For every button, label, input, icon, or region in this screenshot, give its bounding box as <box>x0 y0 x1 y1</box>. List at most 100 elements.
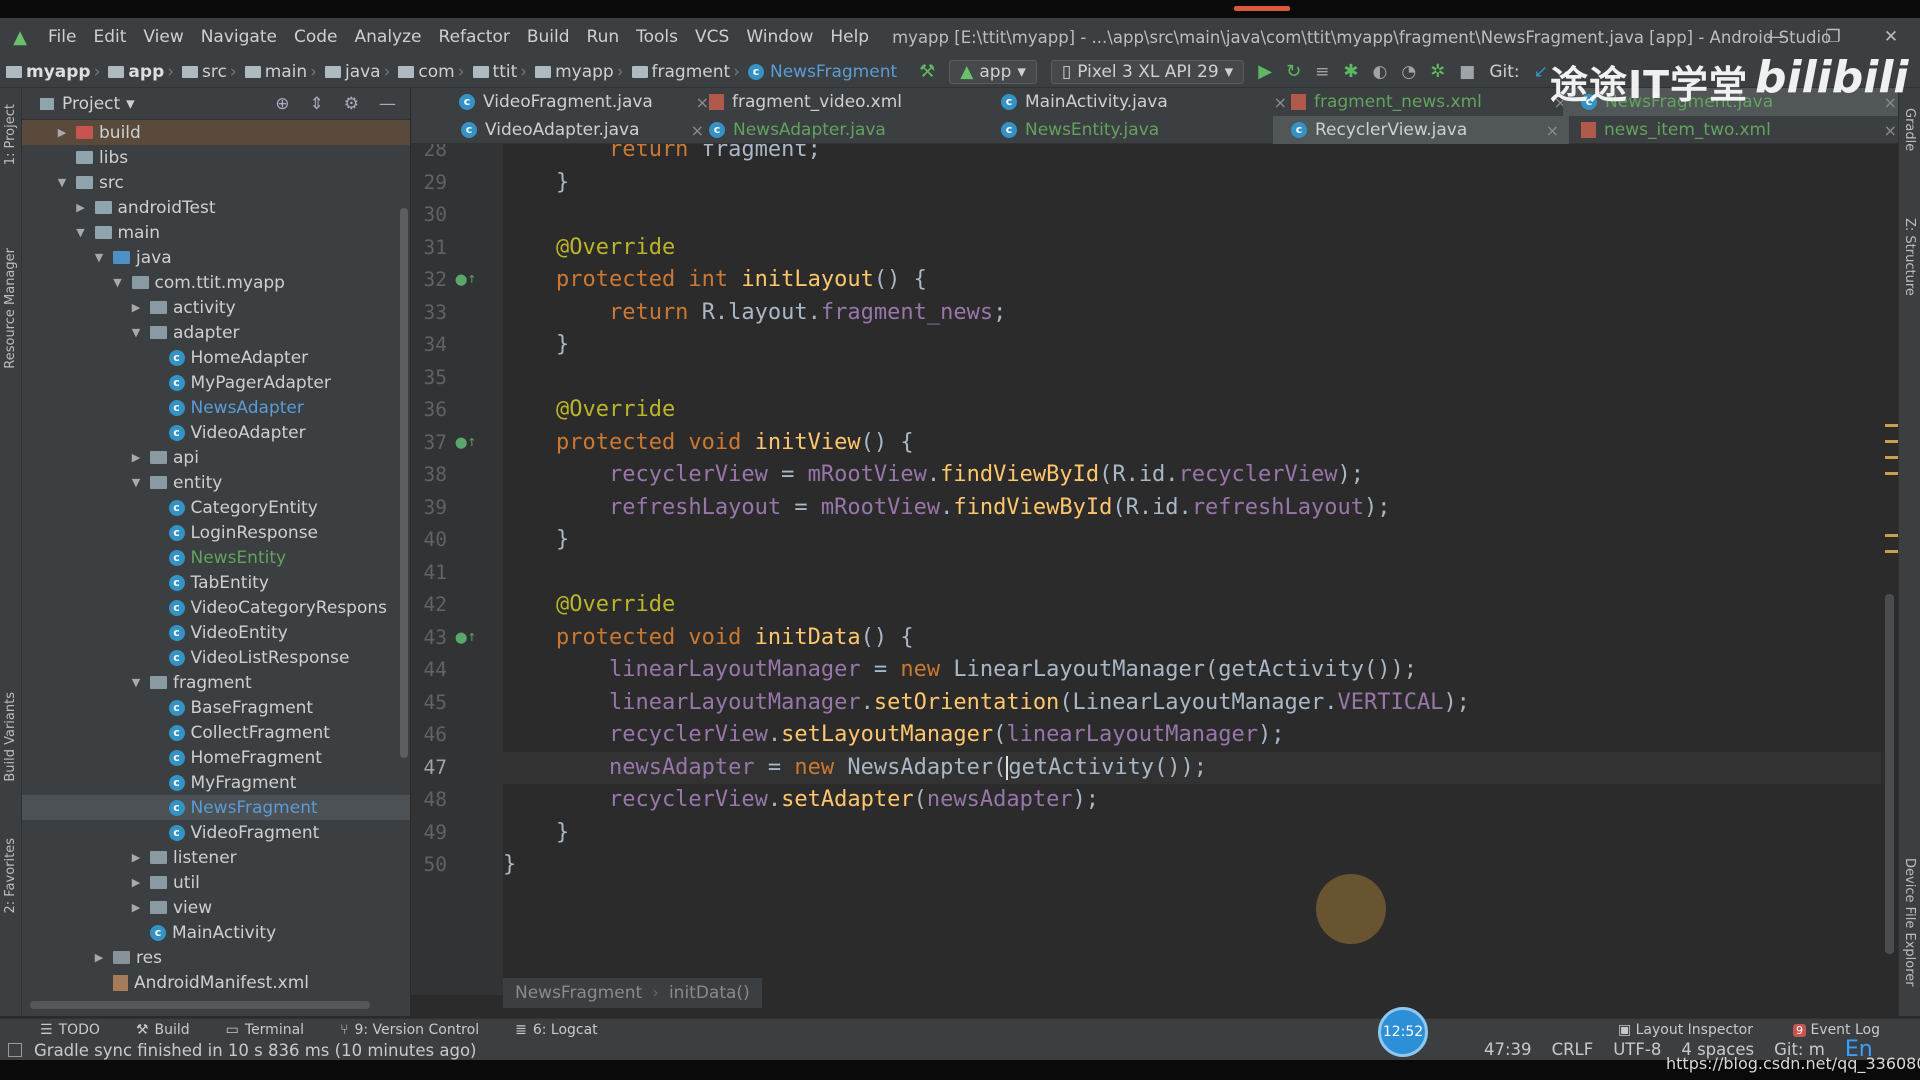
menu-analyze[interactable]: Analyze <box>347 27 431 47</box>
line-number[interactable]: 32 <box>411 264 447 296</box>
caret-position[interactable]: 47:39 <box>1484 1040 1532 1060</box>
collapse-all-icon[interactable]: ⇕ <box>310 94 324 114</box>
breadcrumb-class[interactable]: NewsFragment <box>515 983 642 1003</box>
tree-item[interactable]: c BaseFragment <box>22 695 410 720</box>
chevron-right-icon[interactable]: ▶ <box>54 126 70 139</box>
chevron-down-icon[interactable]: ▼ <box>91 251 107 264</box>
code-line[interactable]: @Override <box>503 589 1883 621</box>
editor-tab[interactable]: c MainActivity.java × <box>983 88 1297 116</box>
chevron-down-icon[interactable]: ▼ <box>128 676 144 689</box>
line-number[interactable]: 48 <box>411 784 447 816</box>
tree-item[interactable]: ▼ fragment <box>22 670 410 695</box>
menu-tools[interactable]: Tools <box>628 27 687 47</box>
stop-icon[interactable]: ■ <box>1459 62 1475 82</box>
code-editor[interactable]: 28 29 30 31 32 ⬤↑ 33 34 35 36 37 ⬤↑ 38 39 40 41 42 43 ⬤↑ 44… <box>411 144 1898 995</box>
code-line[interactable]: } <box>503 849 1883 881</box>
line-number[interactable]: 34 <box>411 329 447 361</box>
breadcrumb-item[interactable]: myapp <box>555 62 614 82</box>
override-marker-icon[interactable]: ⬤↑ <box>455 622 477 654</box>
line-number[interactable]: 35 <box>411 362 447 394</box>
code-line[interactable]: protected int initLayout() { <box>503 264 1883 296</box>
tree-item[interactable]: c MyPagerAdapter <box>22 370 410 395</box>
code-line[interactable]: return fragment; <box>503 144 1883 166</box>
line-number[interactable]: 28 <box>411 144 447 166</box>
breadcrumb-item[interactable]: NewsFragment <box>770 62 897 82</box>
tree-item[interactable]: c VideoAdapter <box>22 420 410 445</box>
tree-item[interactable]: ▶ util <box>22 870 410 895</box>
chevron-right-icon[interactable]: ▶ <box>128 876 144 889</box>
tree-item[interactable]: ▼ src <box>22 170 410 195</box>
menu-code[interactable]: Code <box>286 27 347 47</box>
device-file-explorer-tab[interactable]: Device File Explorer <box>1902 858 1917 987</box>
device-select[interactable]: ▯ Pixel 3 XL API 29 ▾ <box>1050 59 1245 84</box>
status-toggle-icon[interactable] <box>8 1043 22 1057</box>
apply-code-icon[interactable]: ≡ <box>1315 62 1329 82</box>
chevron-down-icon[interactable]: ▼ <box>110 276 126 289</box>
apply-changes-icon[interactable]: ↻ <box>1286 61 1301 82</box>
editor-tab[interactable]: cNewsAdapter.java× <box>691 116 1027 144</box>
code-line[interactable]: @Override <box>503 394 1883 426</box>
tree-item[interactable]: ▶ androidTest <box>22 195 410 220</box>
code-line[interactable]: } <box>503 167 1883 199</box>
tree-item[interactable]: ▼ adapter <box>22 320 410 345</box>
line-number[interactable]: 45 <box>411 687 447 719</box>
tree-item[interactable]: c VideoCategoryRespons <box>22 595 410 620</box>
editor-tab[interactable]: news_item_two.xml × <box>1563 116 1907 144</box>
chevron-down-icon[interactable]: ▼ <box>128 326 144 339</box>
breadcrumb-item[interactable]: fragment <box>652 62 731 82</box>
code-line[interactable] <box>503 362 1883 394</box>
breadcrumb-item[interactable]: main <box>265 62 307 82</box>
code-line[interactable] <box>503 199 1883 231</box>
override-marker-icon[interactable]: ⬤↑ <box>455 427 477 459</box>
breadcrumb-item[interactable]: java <box>345 62 381 82</box>
breadcrumb-item[interactable]: myapp <box>26 62 91 82</box>
tree-item[interactable]: c LoginResponse <box>22 520 410 545</box>
menu-refactor[interactable]: Refactor <box>431 27 519 47</box>
restore-button[interactable]: ❐ <box>1804 18 1862 56</box>
menu-help[interactable]: Help <box>822 27 878 47</box>
editor-tab[interactable]: c VideoAdapter.java × <box>443 116 714 144</box>
project-scrollbar[interactable] <box>400 208 408 758</box>
code-line[interactable]: recyclerView.setAdapter(newsAdapter); <box>503 784 1883 816</box>
hide-icon[interactable]: — <box>379 94 396 114</box>
code-line[interactable]: return R.layout.fragment_news; <box>503 297 1883 329</box>
run-icon[interactable]: ▶ <box>1258 61 1272 82</box>
code-line[interactable]: } <box>503 329 1883 361</box>
structure-tab[interactable]: Z: Structure <box>1902 218 1917 296</box>
line-number[interactable]: 31 <box>411 232 447 264</box>
tree-item[interactable]: ▼ com.ttit.myapp <box>22 270 410 295</box>
file-encoding[interactable]: UTF-8 <box>1613 1040 1661 1060</box>
override-marker-icon[interactable]: ⬤↑ <box>455 264 477 296</box>
editor-tab[interactable]: cNewsEntity.java× <box>983 116 1297 144</box>
chevron-right-icon[interactable]: ▶ <box>128 851 144 864</box>
line-number[interactable]: 40 <box>411 524 447 556</box>
locate-icon[interactable]: ⊕ <box>275 94 289 114</box>
editor-scrollbar[interactable] <box>1881 144 1898 995</box>
chevron-right-icon[interactable]: ▶ <box>73 201 89 214</box>
line-number[interactable]: 38 <box>411 459 447 491</box>
tool-6-logcat[interactable]: ≣ 6: Logcat <box>515 1022 598 1038</box>
chevron-right-icon[interactable]: ▶ <box>128 451 144 464</box>
code-line[interactable]: @Override <box>503 232 1883 264</box>
menu-vcs[interactable]: VCS <box>687 27 738 47</box>
line-separator[interactable]: CRLF <box>1552 1040 1594 1060</box>
tree-item[interactable]: c VideoFragment <box>22 820 410 845</box>
code-line[interactable]: } <box>503 817 1883 849</box>
profile-icon[interactable]: ◔ <box>1401 62 1416 82</box>
line-number[interactable]: 44 <box>411 654 447 686</box>
editor-tab[interactable]: c RecyclerView.java × <box>1273 116 1569 144</box>
favorites-tab[interactable]: 2: Favorites <box>3 838 18 914</box>
chevron-right-icon[interactable]: ▶ <box>91 951 107 964</box>
chevron-right-icon[interactable]: ▶ <box>128 301 144 314</box>
tree-item[interactable]: c HomeFragment <box>22 745 410 770</box>
tree-item[interactable]: c NewsAdapter <box>22 395 410 420</box>
menu-run[interactable]: Run <box>579 27 629 47</box>
tool-todo[interactable]: ☰ TODO <box>40 1022 100 1038</box>
code-line[interactable]: } <box>503 524 1883 556</box>
tree-item[interactable]: ▶ view <box>22 895 410 920</box>
code-line[interactable]: linearLayoutManager = new LinearLayoutMa… <box>503 654 1883 686</box>
close-icon[interactable]: × <box>1546 121 1559 140</box>
hammer-icon[interactable]: ⚒ <box>919 61 935 82</box>
gradle-tab[interactable]: Gradle <box>1902 108 1917 151</box>
layout-inspector-button[interactable]: ▣ Layout Inspector <box>1618 1022 1753 1038</box>
